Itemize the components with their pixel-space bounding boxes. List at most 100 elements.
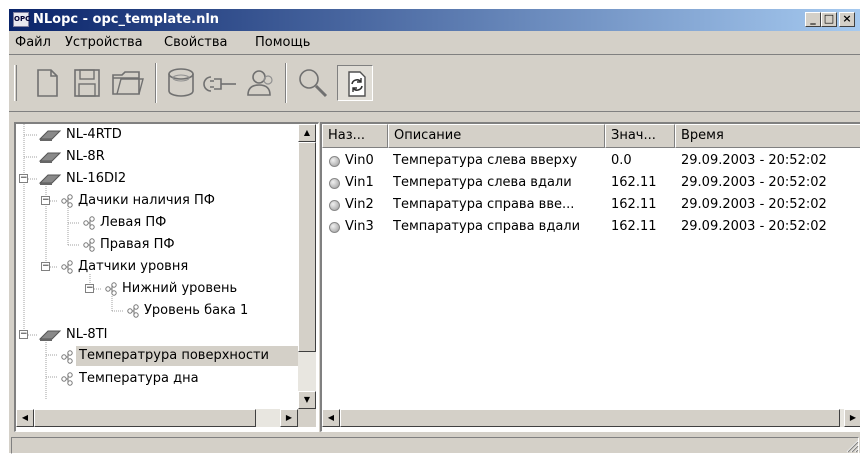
scroll-left-button[interactable]: ◀ xyxy=(322,409,340,427)
menu-properties[interactable]: Свойства xyxy=(164,35,228,50)
tree-item[interactable]: − Дачики наличия ПФ xyxy=(16,190,298,212)
tree-item-label: Дачики наличия ПФ xyxy=(78,193,215,208)
users-icon xyxy=(247,70,273,96)
scroll-thumb[interactable] xyxy=(34,409,256,427)
tree-item[interactable]: Температура дна xyxy=(16,366,298,388)
status-led-icon xyxy=(329,200,340,211)
scrollbar-corner xyxy=(298,409,316,427)
menu-file[interactable]: Файл xyxy=(15,35,51,50)
device-tree[interactable]: NL-4RTD NL-8R − NL-16DI2 − Дачики наличи… xyxy=(14,122,319,432)
cell-description: Темпаратура справа вдали xyxy=(393,219,581,234)
cell-time: 29.09.2003 - 20:52:02 xyxy=(681,153,827,168)
tree-vertical-scrollbar[interactable]: ▲ ▼ xyxy=(298,124,316,409)
list-header: Наз... Описание Знач... Время xyxy=(322,124,860,148)
list-row[interactable]: Vin2 Темпаратура справа вве... 162.11 29… xyxy=(322,194,860,216)
tag-list[interactable]: Наз... Описание Знач... Время Vin0 Темпе… xyxy=(320,122,860,432)
scroll-up-button[interactable]: ▲ xyxy=(298,124,316,142)
search-button[interactable] xyxy=(295,65,331,101)
tag-icon xyxy=(61,350,73,364)
scroll-right-button[interactable]: ▶ xyxy=(844,409,860,427)
cell-value: 162.11 xyxy=(611,197,657,212)
list-row[interactable]: Vin1 Температура слева вдали 162.11 29.0… xyxy=(322,172,860,194)
app-icon[interactable]: OPC xyxy=(13,12,30,27)
new-file-button[interactable] xyxy=(29,65,65,101)
tree-item[interactable]: − Датчики уровня xyxy=(16,256,298,278)
column-header-time[interactable]: Время xyxy=(675,124,860,148)
device-icon xyxy=(38,152,62,163)
scroll-left-button[interactable]: ◀ xyxy=(16,409,34,427)
tree-item-label: Правая ПФ xyxy=(100,237,175,252)
refresh-icon xyxy=(348,71,366,97)
tag-icon xyxy=(83,238,95,252)
column-header-value[interactable]: Знач... xyxy=(605,124,675,148)
toolbar-separator xyxy=(155,63,157,103)
column-header-description[interactable]: Описание xyxy=(388,124,605,148)
database-button[interactable] xyxy=(163,65,199,101)
menu-bar: Файл Устройства Свойства Помощь xyxy=(9,31,860,53)
tree-item-label: NL-4RTD xyxy=(66,127,122,142)
title-bar[interactable]: OPC NLopc - opc_template.nln _ □ × xyxy=(9,9,860,31)
status-led-icon xyxy=(329,178,340,189)
plug-icon xyxy=(203,76,236,92)
status-led-icon xyxy=(329,222,340,233)
tree-item[interactable]: NL-4RTD xyxy=(16,124,298,146)
tree-item[interactable]: − NL-16DI2 xyxy=(16,168,298,190)
users-button[interactable] xyxy=(243,65,279,101)
collapse-toggle[interactable]: − xyxy=(85,284,94,293)
connect-button[interactable] xyxy=(203,65,239,101)
window-title: NLopc - opc_template.nln xyxy=(33,12,220,27)
tree-item-label: NL-16DI2 xyxy=(66,171,127,186)
maximize-button[interactable]: □ xyxy=(821,12,837,27)
tag-group-icon xyxy=(61,260,73,274)
tree-item-label: NL-8TI xyxy=(66,327,108,342)
menu-help[interactable]: Помощь xyxy=(255,35,310,50)
tag-icon xyxy=(61,372,73,386)
tree-item[interactable]: − Нижний уровень xyxy=(16,278,298,300)
cell-name: Vin0 xyxy=(345,153,374,168)
cell-value: 162.11 xyxy=(611,219,657,234)
cell-name: Vin3 xyxy=(345,219,374,234)
resize-grip-icon[interactable] xyxy=(845,439,859,453)
tree-item-label: Температура дна xyxy=(79,371,199,386)
cell-description: Температура слева вверху xyxy=(393,153,578,168)
minimize-button[interactable]: _ xyxy=(805,12,821,27)
scroll-down-button[interactable]: ▼ xyxy=(298,391,316,409)
toolbar-grip[interactable] xyxy=(14,65,17,101)
tree-horizontal-scrollbar[interactable]: ◀ ▶ xyxy=(16,409,298,427)
collapse-toggle[interactable]: − xyxy=(41,262,50,271)
tree-item-label: Нижний уровень xyxy=(122,281,238,296)
tree-item[interactable]: Левая ПФ xyxy=(16,212,298,234)
close-button[interactable]: × xyxy=(839,12,855,27)
tag-group-icon xyxy=(105,282,117,296)
tree-item-label: Температрура поверхности xyxy=(76,346,301,366)
tree-item[interactable]: Правая ПФ xyxy=(16,234,298,256)
refresh-button[interactable] xyxy=(337,65,373,101)
list-horizontal-scrollbar[interactable]: ◀ ▶ xyxy=(322,409,860,427)
collapse-toggle[interactable]: − xyxy=(19,330,28,339)
tree-item[interactable]: NL-8R xyxy=(16,146,298,168)
cell-description: Темпаратура справа вве... xyxy=(393,197,575,212)
status-led-icon xyxy=(329,156,340,167)
database-icon xyxy=(168,68,194,97)
save-icon xyxy=(74,69,100,97)
list-row[interactable]: Vin0 Температура слева вверху 0.0 29.09.… xyxy=(322,150,860,172)
menu-devices[interactable]: Устройства xyxy=(65,35,143,50)
toolbar-separator-2 xyxy=(285,63,287,103)
tag-group-icon xyxy=(61,194,73,208)
scroll-thumb[interactable] xyxy=(298,142,316,352)
cell-name: Vin2 xyxy=(345,197,374,212)
save-button[interactable] xyxy=(69,65,105,101)
collapse-toggle[interactable]: − xyxy=(41,196,50,205)
tree-item[interactable]: Уровень бака 1 xyxy=(16,300,298,322)
tree-item-label: Левая ПФ xyxy=(100,215,167,230)
tree-item-selected[interactable]: Температрура поверхности xyxy=(16,344,301,366)
cell-value: 162.11 xyxy=(611,175,657,190)
list-row[interactable]: Vin3 Темпаратура справа вдали 162.11 29.… xyxy=(322,216,860,238)
collapse-toggle[interactable]: − xyxy=(19,174,28,183)
scroll-thumb[interactable] xyxy=(340,409,840,427)
scroll-right-button[interactable]: ▶ xyxy=(280,409,298,427)
tree-item-label: Уровень бака 1 xyxy=(144,303,249,318)
open-folder-button[interactable] xyxy=(109,65,145,101)
tree-item[interactable]: − NL-8TI xyxy=(16,322,298,344)
column-header-name[interactable]: Наз... xyxy=(322,124,388,148)
